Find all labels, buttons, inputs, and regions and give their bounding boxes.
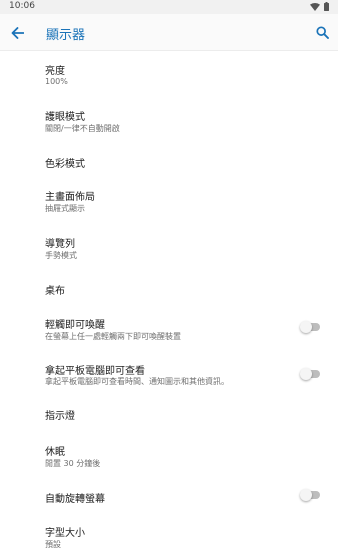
- setting-title: 休眠: [45, 447, 65, 458]
- setting-sleep[interactable]: 休眠 閒置 30 分鐘後: [0, 433, 338, 481]
- setting-title: 桌布: [45, 286, 65, 297]
- setting-indicator-light[interactable]: 指示燈: [0, 398, 338, 433]
- toggle-thumb: [300, 489, 312, 501]
- setting-lift-to-check[interactable]: 拿起平板電腦即可查看 拿起平板電腦即可查看時間、通知圖示和其他資訊。: [0, 350, 338, 398]
- setting-summary: 拿起平板電腦即可查看時間、通知圖示和其他資訊。: [45, 377, 229, 386]
- setting-title: 色彩模式: [45, 159, 85, 170]
- setting-title: 輕觸即可喚醒: [45, 320, 105, 331]
- lift-to-check-toggle[interactable]: [300, 367, 322, 381]
- setting-font-size[interactable]: 字型大小 預設: [0, 516, 338, 556]
- setting-summary: 100%: [45, 77, 68, 86]
- setting-summary: 閒置 30 分鐘後: [45, 459, 101, 468]
- auto-rotate-toggle[interactable]: [300, 488, 322, 502]
- page-title: 顯示器: [46, 28, 86, 43]
- setting-summary: 預設: [45, 540, 61, 549]
- setting-color-mode[interactable]: 色彩模式: [0, 143, 338, 178]
- status-bar: 10:06: [0, 0, 338, 14]
- setting-title: 導覽列: [45, 239, 75, 250]
- setting-title: 字型大小: [45, 528, 85, 539]
- setting-tap-to-wake[interactable]: 輕觸即可喚醒 在螢幕上任一處輕觸兩下即可喚醒裝置: [0, 308, 338, 350]
- status-icons: [310, 2, 329, 11]
- tap-to-wake-toggle[interactable]: [300, 320, 322, 334]
- setting-title: 自動旋轉螢幕: [45, 494, 105, 505]
- setting-eye-comfort[interactable]: 護眼模式 關閉/一律不自動開啟: [0, 96, 338, 143]
- battery-icon: [324, 2, 329, 11]
- setting-title: 指示燈: [45, 411, 75, 422]
- setting-title: 拿起平板電腦即可查看: [45, 366, 145, 377]
- setting-title: 主畫面佈局: [45, 192, 95, 203]
- search-icon: [315, 25, 329, 39]
- toggle-thumb: [300, 368, 312, 380]
- setting-title: 亮度: [45, 66, 65, 77]
- setting-auto-rotate[interactable]: 自動旋轉螢幕: [0, 481, 338, 516]
- setting-summary: 抽屜式顯示: [45, 204, 85, 213]
- wifi-icon: [310, 2, 320, 11]
- setting-summary: 關閉/一律不自動開啟: [45, 124, 120, 133]
- back-button[interactable]: [6, 23, 28, 43]
- setting-navigation-bar[interactable]: 導覽列 手勢模式: [0, 224, 338, 273]
- app-bar: 顯示器: [0, 14, 338, 51]
- status-time: 10:06: [9, 1, 35, 11]
- toggle-thumb: [300, 321, 312, 333]
- setting-summary: 在螢幕上任一處輕觸兩下即可喚醒裝置: [45, 332, 181, 341]
- setting-title: 護眼模式: [45, 112, 85, 123]
- search-button[interactable]: [312, 22, 332, 42]
- setting-summary: 手勢模式: [45, 251, 77, 260]
- arrow-left-icon: [11, 27, 24, 39]
- setting-wallpaper[interactable]: 桌布: [0, 273, 338, 308]
- setting-home-layout[interactable]: 主畫面佈局 抽屜式顯示: [0, 178, 338, 224]
- setting-brightness[interactable]: 亮度 100%: [0, 52, 338, 96]
